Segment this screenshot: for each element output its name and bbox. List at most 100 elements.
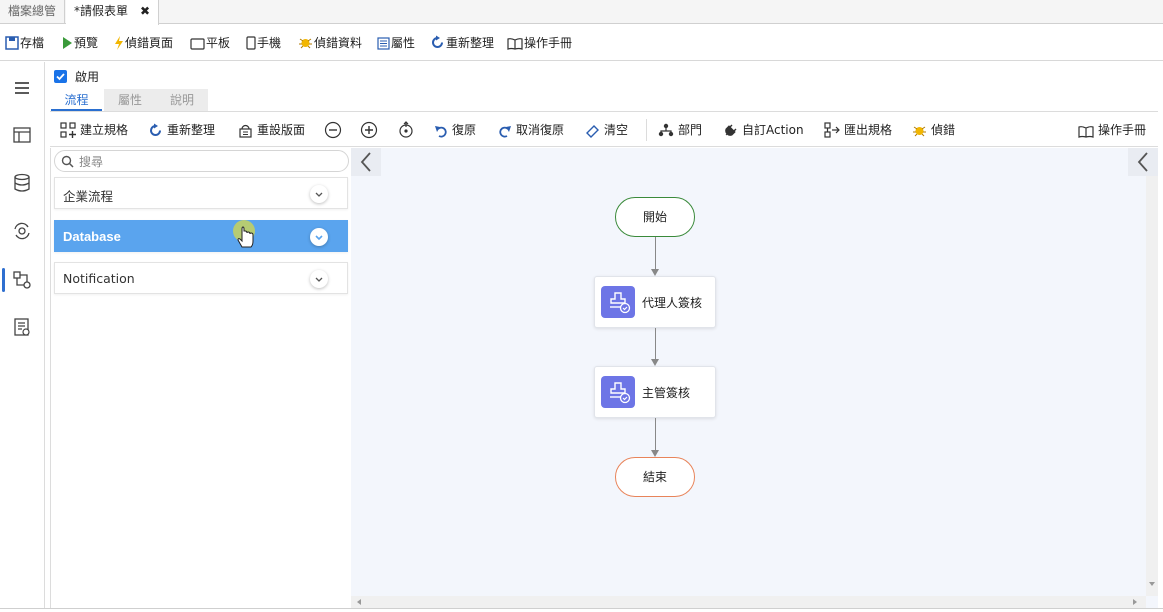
- fit-view-icon[interactable]: [397, 121, 415, 139]
- database-icon[interactable]: [11, 172, 33, 194]
- preview-button[interactable]: 預覽: [61, 33, 98, 53]
- tab-description[interactable]: 說明: [156, 89, 208, 111]
- approval-stamp-icon: [601, 376, 635, 408]
- flow-debug-button[interactable]: 偵錯: [912, 121, 955, 139]
- save-button[interactable]: 存檔: [5, 33, 44, 53]
- clear-button[interactable]: 清空: [585, 121, 628, 139]
- redo-button[interactable]: 取消復原: [498, 121, 564, 139]
- search-input[interactable]: [79, 153, 329, 170]
- zoom-out-icon[interactable]: [324, 121, 342, 139]
- collapse-left-button[interactable]: [351, 148, 381, 176]
- category-database[interactable]: Database: [54, 220, 348, 252]
- scroll-right-icon[interactable]: [1131, 598, 1139, 606]
- mobile-button[interactable]: 手機: [246, 33, 281, 53]
- custom-action-button[interactable]: 自訂Action: [723, 121, 804, 139]
- debug-data-button[interactable]: 偵錯資料: [298, 33, 362, 53]
- flow-edge: [655, 418, 656, 450]
- debug-page-label: 偵錯頁面: [125, 36, 174, 50]
- tab-flow[interactable]: 流程: [51, 89, 102, 111]
- document-tab-bar: 檔案總管 *請假表單 ✖: [0, 0, 1163, 25]
- refresh-button[interactable]: 重新整理: [430, 33, 494, 53]
- export-spec-label: 匯出規格: [844, 123, 893, 137]
- flow-refresh-label: 重新整理: [167, 123, 216, 137]
- left-nav-rail: [0, 62, 45, 612]
- close-icon[interactable]: ✖: [140, 4, 150, 18]
- manual-button[interactable]: 操作手冊: [507, 33, 572, 53]
- enable-checkbox[interactable]: [54, 70, 67, 83]
- debug-data-label: 偵錯資料: [314, 36, 363, 50]
- flow-step-manager-approval[interactable]: 主管簽核: [594, 366, 716, 418]
- arrow-head: [651, 359, 659, 366]
- play-icon: [63, 37, 72, 49]
- reset-layout-icon: [239, 124, 252, 138]
- hand-cursor-icon: [233, 220, 255, 248]
- create-spec-label: 建立規格: [80, 123, 129, 137]
- manual-label: 操作手冊: [524, 36, 573, 50]
- chevron-down-icon[interactable]: [310, 228, 328, 246]
- create-spec-button[interactable]: 建立規格: [60, 121, 128, 139]
- clear-label: 清空: [604, 123, 629, 137]
- search-box: [54, 150, 349, 172]
- debug-page-button[interactable]: 偵錯頁面: [114, 33, 173, 53]
- phone-icon: [246, 36, 256, 50]
- category-notification[interactable]: Notification: [54, 262, 348, 294]
- chevron-down-icon[interactable]: [310, 270, 328, 288]
- tablet-label: 平板: [206, 36, 231, 50]
- table-icon[interactable]: [11, 124, 33, 146]
- tab-leave-form[interactable]: *請假表單 ✖: [66, 0, 160, 25]
- check-icon: [56, 73, 65, 81]
- category-label: Notification: [63, 271, 135, 286]
- settings-sync-icon[interactable]: [11, 220, 33, 242]
- export-spec-icon: [824, 122, 840, 138]
- refresh-icon: [150, 123, 161, 136]
- save-label: 存檔: [20, 36, 45, 50]
- scroll-left-icon[interactable]: [355, 598, 363, 606]
- preview-label: 預覽: [74, 36, 99, 50]
- undo-icon: [435, 126, 447, 138]
- scroll-down-icon[interactable]: [1148, 580, 1156, 588]
- properties-button[interactable]: 屬性: [377, 33, 415, 53]
- reset-layout-label: 重設版面: [257, 123, 306, 137]
- chevron-down-icon[interactable]: [310, 185, 328, 203]
- search-icon: [61, 155, 74, 168]
- flow-manual-button[interactable]: 操作手冊: [1078, 121, 1146, 139]
- create-spec-icon: [60, 122, 76, 138]
- horizontal-scrollbar[interactable]: [351, 596, 1146, 608]
- zoom-in-icon[interactable]: [360, 121, 378, 139]
- list-icon: [377, 37, 390, 50]
- vertical-scrollbar[interactable]: [1146, 176, 1158, 596]
- category-label: 企業流程: [63, 189, 114, 204]
- enable-label: 啟用: [75, 70, 100, 84]
- tab-label: *請假表單: [74, 4, 129, 18]
- chevron-left-icon: [1137, 152, 1148, 172]
- tab-file-explorer[interactable]: 檔案總管: [0, 0, 66, 24]
- flow-step-agent-approval[interactable]: 代理人簽核: [594, 276, 716, 328]
- flow-toolbar: 建立規格 重新整理 重設版面 復原 取消復原 清空 部門 自訂Action 匯出…: [50, 112, 1158, 147]
- mobile-label: 手機: [257, 36, 282, 50]
- component-panel: [50, 148, 351, 608]
- undo-button[interactable]: 復原: [434, 121, 476, 139]
- department-button[interactable]: 部門: [658, 121, 702, 139]
- bug-icon: [299, 38, 312, 49]
- menu-icon[interactable]: [11, 77, 33, 99]
- tab-label: 檔案總管: [8, 4, 57, 18]
- flow-refresh-button[interactable]: 重新整理: [148, 121, 215, 139]
- flow-canvas[interactable]: [351, 148, 1158, 608]
- tablet-button[interactable]: 平板: [190, 33, 230, 53]
- step-label: 主管簽核: [642, 386, 691, 400]
- flow-edge: [655, 328, 656, 359]
- flow-icon[interactable]: [11, 269, 33, 291]
- chevron-left-icon: [360, 152, 371, 172]
- tab-properties[interactable]: 屬性: [104, 89, 156, 111]
- properties-label: 屬性: [391, 36, 416, 50]
- flow-debug-label: 偵錯: [931, 123, 956, 137]
- flow-end-node[interactable]: 結束: [615, 457, 695, 497]
- collapse-right-button[interactable]: [1128, 148, 1158, 176]
- approval-stamp-icon: [601, 286, 635, 318]
- report-icon[interactable]: [11, 316, 33, 338]
- redo-icon: [499, 126, 511, 138]
- reset-layout-button[interactable]: 重設版面: [238, 121, 305, 139]
- flow-start-node[interactable]: 開始: [615, 197, 695, 237]
- export-spec-button[interactable]: 匯出規格: [824, 121, 892, 139]
- category-enterprise-flow[interactable]: 企業流程: [54, 177, 348, 209]
